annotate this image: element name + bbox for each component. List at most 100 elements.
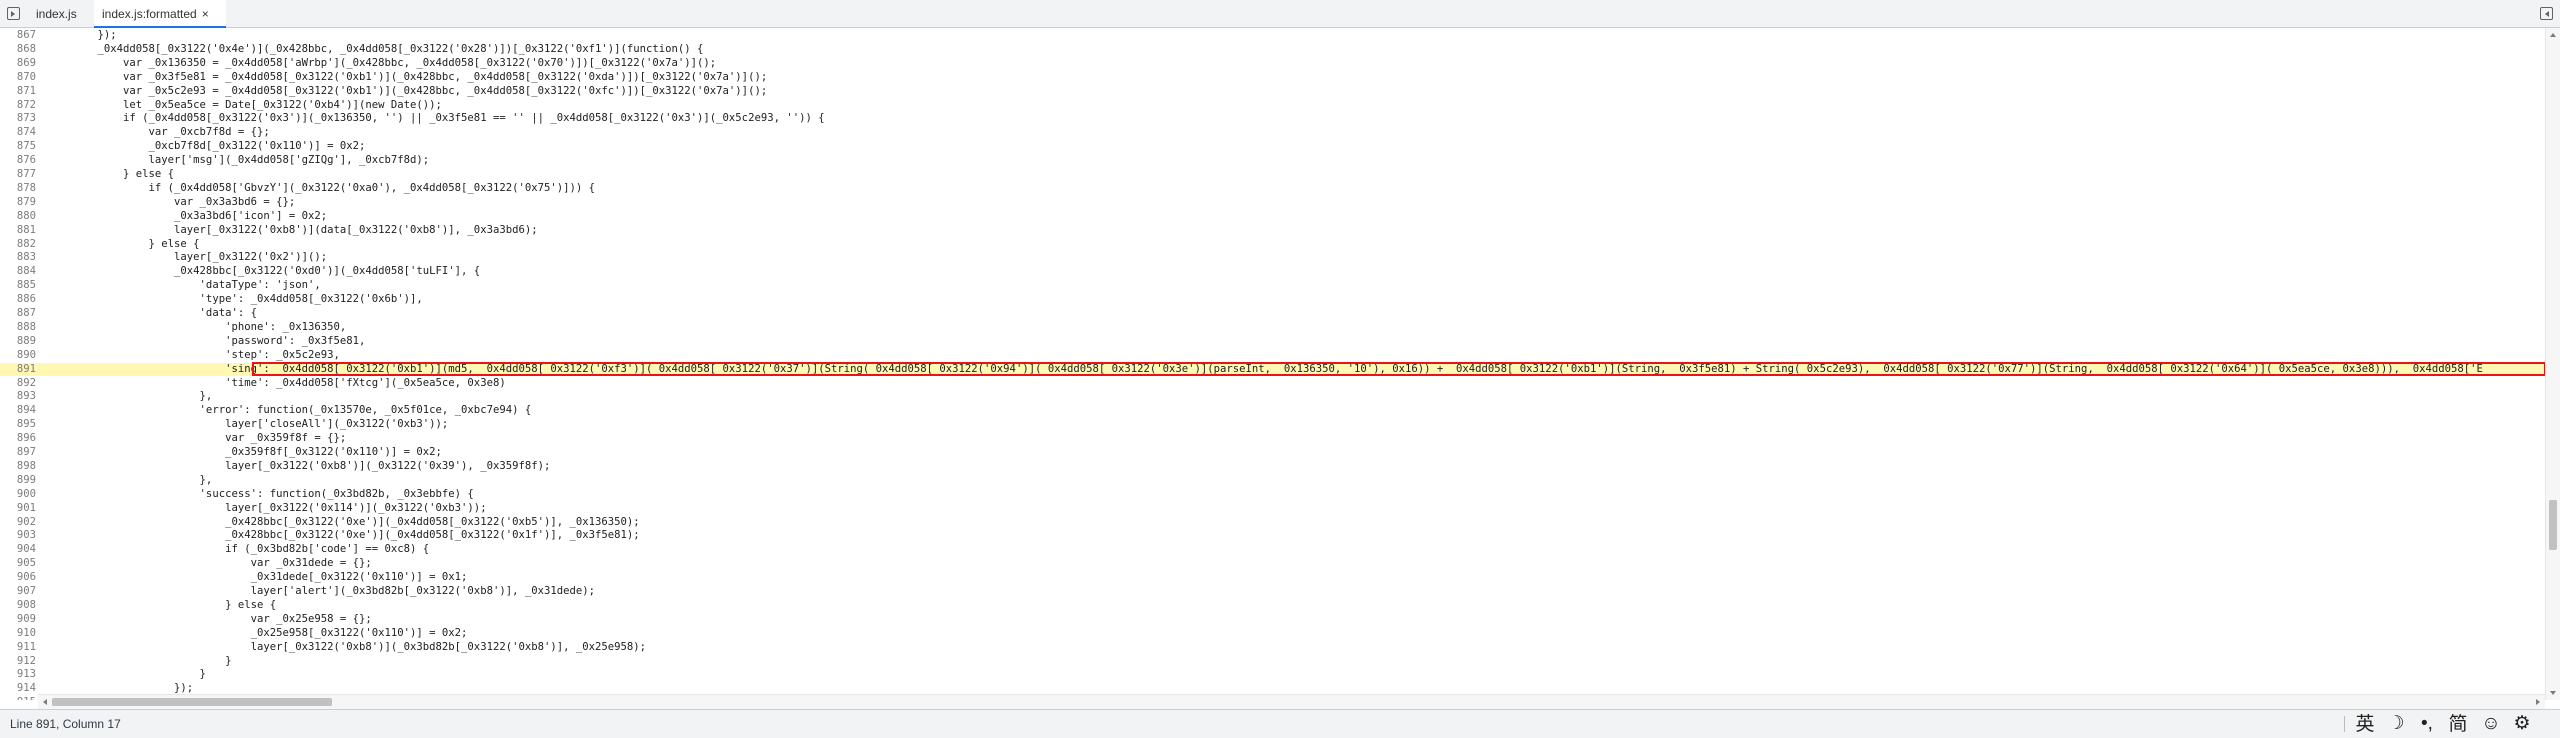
code-line[interactable]: 879 var _0x3a3bd6 = {}; bbox=[0, 196, 2545, 210]
line-number[interactable]: 867 bbox=[0, 29, 38, 43]
line-number[interactable]: 907 bbox=[0, 585, 38, 599]
line-number[interactable]: 904 bbox=[0, 543, 38, 557]
code-line[interactable]: 867 }); bbox=[0, 29, 2545, 43]
code-line[interactable]: 912 } bbox=[0, 655, 2545, 669]
line-number[interactable]: 901 bbox=[0, 502, 38, 516]
line-number[interactable]: 905 bbox=[0, 557, 38, 571]
tab-index-js-formatted[interactable]: index.js:formatted × bbox=[94, 0, 226, 28]
line-number[interactable]: 871 bbox=[0, 85, 38, 99]
line-number[interactable]: 872 bbox=[0, 99, 38, 113]
code-line[interactable]: 874 var _0xcb7f8d = {}; bbox=[0, 126, 2545, 140]
code-line[interactable]: 871 var _0x5c2e93 = _0x4dd058[_0x3122('0… bbox=[0, 85, 2545, 99]
code-line[interactable]: 880 _0x3a3bd6['icon'] = 0x2; bbox=[0, 210, 2545, 224]
line-number[interactable]: 875 bbox=[0, 140, 38, 154]
ime-punctuation-icon[interactable]: •, bbox=[2414, 713, 2440, 735]
code-line[interactable]: 913 } bbox=[0, 668, 2545, 682]
line-number[interactable]: 877 bbox=[0, 168, 38, 182]
line-number[interactable]: 888 bbox=[0, 321, 38, 335]
horizontal-scrollbar[interactable] bbox=[38, 694, 2545, 709]
scroll-left-icon[interactable] bbox=[43, 699, 47, 705]
code-line[interactable]: 903 _0x428bbc[_0x3122('0xe')](_0x4dd058[… bbox=[0, 529, 2545, 543]
line-number[interactable]: 870 bbox=[0, 71, 38, 85]
line-number[interactable]: 908 bbox=[0, 599, 38, 613]
line-number[interactable]: 897 bbox=[0, 446, 38, 460]
line-number[interactable]: 868 bbox=[0, 43, 38, 57]
line-number[interactable]: 882 bbox=[0, 238, 38, 252]
ime-moon-icon[interactable]: ☽ bbox=[2383, 713, 2409, 735]
toggle-debugger-icon[interactable] bbox=[2540, 7, 2553, 20]
code-line[interactable]: 870 var _0x3f5e81 = _0x4dd058[_0x3122('0… bbox=[0, 71, 2545, 85]
code-line[interactable]: 904 if (_0x3bd82b['code'] == 0xc8) { bbox=[0, 543, 2545, 557]
code-line[interactable]: 895 layer['closeAll'](_0x3122('0xb3')); bbox=[0, 418, 2545, 432]
code-line[interactable]: 885 'dataType': 'json', bbox=[0, 279, 2545, 293]
scroll-right-icon[interactable] bbox=[2536, 699, 2540, 705]
code-line[interactable]: 883 layer[_0x3122('0x2')](); bbox=[0, 251, 2545, 265]
vertical-scroll-thumb[interactable] bbox=[2549, 500, 2557, 550]
code-line[interactable]: 878 if (_0x4dd058['GbvzY'](_0x3122('0xa0… bbox=[0, 182, 2545, 196]
scroll-down-icon[interactable] bbox=[2550, 691, 2556, 695]
ime-language-icon[interactable]: 英 bbox=[2352, 713, 2378, 735]
line-number[interactable]: 899 bbox=[0, 474, 38, 488]
line-number[interactable]: 884 bbox=[0, 265, 38, 279]
code-line[interactable]: 872 let _0x5ea5ce = Date[_0x3122('0xb4')… bbox=[0, 99, 2545, 113]
code-line[interactable]: 907 layer['alert'](_0x3bd82b[_0x3122('0x… bbox=[0, 585, 2545, 599]
line-number[interactable]: 915 bbox=[0, 696, 38, 700]
code-line[interactable]: 894 'error': function(_0x13570e, _0x5f01… bbox=[0, 404, 2545, 418]
code-line[interactable]: 896 var _0x359f8f = {}; bbox=[0, 432, 2545, 446]
code-line[interactable]: 893 }, bbox=[0, 390, 2545, 404]
line-number[interactable]: 906 bbox=[0, 571, 38, 585]
code-line[interactable]: 899 }, bbox=[0, 474, 2545, 488]
ime-simplified-icon[interactable]: 简 bbox=[2445, 713, 2471, 735]
line-number[interactable]: 869 bbox=[0, 57, 38, 71]
line-number[interactable]: 879 bbox=[0, 196, 38, 210]
line-number[interactable]: 909 bbox=[0, 613, 38, 627]
line-number[interactable]: 903 bbox=[0, 529, 38, 543]
line-number[interactable]: 880 bbox=[0, 210, 38, 224]
line-number[interactable]: 887 bbox=[0, 307, 38, 321]
vertical-scrollbar[interactable] bbox=[2545, 28, 2560, 700]
tab-index-js[interactable]: index.js bbox=[28, 0, 88, 28]
code-line[interactable]: 889 'password': _0x3f5e81, bbox=[0, 335, 2545, 349]
code-line[interactable]: 910 _0x25e958[_0x3122('0x110')] = 0x2; bbox=[0, 627, 2545, 641]
line-number[interactable]: 900 bbox=[0, 488, 38, 502]
line-number[interactable]: 891 bbox=[0, 363, 38, 377]
line-number[interactable]: 889 bbox=[0, 335, 38, 349]
line-number[interactable]: 895 bbox=[0, 418, 38, 432]
code-line[interactable]: 898 layer[_0x3122('0xb8')](_0x3122('0x39… bbox=[0, 460, 2545, 474]
scroll-up-icon[interactable] bbox=[2550, 33, 2556, 37]
code-line[interactable]: 873 if (_0x4dd058[_0x3122('0x3')](_0x136… bbox=[0, 112, 2545, 126]
code-line[interactable]: 909 var _0x25e958 = {}; bbox=[0, 613, 2545, 627]
code-line[interactable]: 892 'time': _0x4dd058['fXtcg'](_0x5ea5ce… bbox=[0, 377, 2545, 391]
line-number[interactable]: 890 bbox=[0, 349, 38, 363]
toggle-navigator-icon[interactable] bbox=[7, 7, 20, 20]
line-number[interactable]: 873 bbox=[0, 112, 38, 126]
close-icon[interactable]: × bbox=[202, 7, 209, 21]
line-number[interactable]: 912 bbox=[0, 655, 38, 669]
code-line[interactable]: 877 } else { bbox=[0, 168, 2545, 182]
ime-emoji-icon[interactable]: ☺ bbox=[2478, 713, 2504, 735]
line-number[interactable]: 876 bbox=[0, 154, 38, 168]
code-line[interactable]: 890 'step': _0x5c2e93, bbox=[0, 349, 2545, 363]
line-number[interactable]: 902 bbox=[0, 516, 38, 530]
line-number[interactable]: 878 bbox=[0, 182, 38, 196]
code-line[interactable]: 900 'success': function(_0x3bd82b, _0x3e… bbox=[0, 488, 2545, 502]
code-line[interactable]: 868 _0x4dd058[_0x3122('0x4e')](_0x428bbc… bbox=[0, 43, 2545, 57]
code-line[interactable]: 901 layer[_0x3122('0x114')](_0x3122('0xb… bbox=[0, 502, 2545, 516]
line-number[interactable]: 896 bbox=[0, 432, 38, 446]
code-line[interactable]: 911 layer[_0x3122('0xb8')](_0x3bd82b[_0x… bbox=[0, 641, 2545, 655]
code-line[interactable]: 869 var _0x136350 = _0x4dd058['aWrbp'](_… bbox=[0, 57, 2545, 71]
line-number[interactable]: 914 bbox=[0, 682, 38, 696]
line-number[interactable]: 898 bbox=[0, 460, 38, 474]
line-number[interactable]: 885 bbox=[0, 279, 38, 293]
code-line[interactable]: 906 _0x31dede[_0x3122('0x110')] = 0x1; bbox=[0, 571, 2545, 585]
line-number[interactable]: 886 bbox=[0, 293, 38, 307]
line-number[interactable]: 911 bbox=[0, 641, 38, 655]
line-number[interactable]: 892 bbox=[0, 377, 38, 391]
code-line[interactable]: 886 'type': _0x4dd058[_0x3122('0x6b')], bbox=[0, 293, 2545, 307]
code-line[interactable]: 881 layer[_0x3122('0xb8')](data[_0x3122(… bbox=[0, 224, 2545, 238]
code-line[interactable]: 908 } else { bbox=[0, 599, 2545, 613]
code-line[interactable]: 876 layer['msg'](_0x4dd058['gZIQg'], _0x… bbox=[0, 154, 2545, 168]
horizontal-scroll-thumb[interactable] bbox=[52, 698, 332, 706]
ime-settings-icon[interactable]: ⚙ bbox=[2509, 713, 2535, 735]
line-number[interactable]: 894 bbox=[0, 404, 38, 418]
